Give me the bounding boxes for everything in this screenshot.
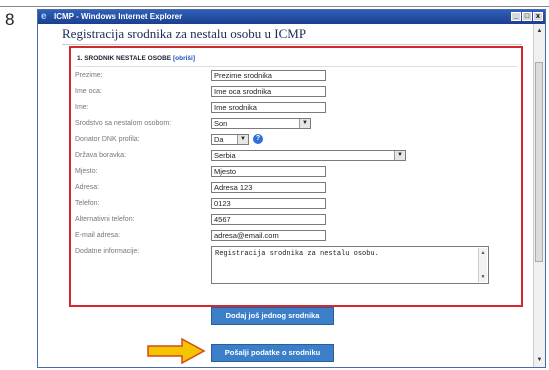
adresa-label: Adresa: [75, 184, 100, 191]
page-title: Registracija srodnika za nestalu osobu u… [62, 26, 307, 41]
donator-label: Donator DNK profila: [75, 136, 140, 143]
row-donator: Donator DNK profila: Da ▼ ? [71, 134, 521, 147]
adresa-input[interactable]: Adresa 123 [211, 182, 326, 193]
window-titlebar: e ICMP - Windows Internet Explorer _ □ x [38, 10, 545, 24]
heading-divider [62, 44, 522, 45]
alt-telefon-label: Alternativni telefon: [75, 216, 135, 223]
relative-form: 1. SRODNIK NESTALE OSOBE [obriši] Prezim… [69, 46, 523, 307]
prezime-input[interactable]: Prezime srodnika [211, 70, 326, 81]
row-ime: Ime: Ime srodnika [71, 102, 521, 115]
scroll-down-icon[interactable]: ▼ [536, 357, 543, 363]
donator-select[interactable]: Da ▼ [211, 134, 249, 145]
srodstvo-value: Son [214, 119, 228, 128]
window-controls: _ □ x [511, 12, 543, 21]
dodatne-textarea[interactable]: Registracija srodnika za nestalu osobu. … [211, 246, 489, 284]
document-frame-top [0, 0, 549, 7]
row-ime-oca: Ime oca: Ime oca srodnika [71, 86, 521, 99]
srodstvo-select[interactable]: Son ▼ [211, 118, 311, 129]
email-input[interactable]: adresa@email.com [211, 230, 326, 241]
mjesto-label: Mjesto: [75, 168, 98, 175]
dodatne-value: Registracija srodnika za nestalu osobu. [215, 250, 379, 258]
chevron-down-icon: ▼ [237, 135, 248, 144]
page-scrollbar[interactable]: ▲ ▼ [533, 24, 545, 367]
mjesto-input[interactable]: Mjesto [211, 166, 326, 177]
minimize-button[interactable]: _ [511, 12, 521, 21]
ime-oca-input[interactable]: Ime oca srodnika [211, 86, 326, 97]
row-drzava: Država boravka: Serbia ▼ [71, 150, 521, 163]
chevron-down-icon: ▼ [299, 119, 310, 128]
prezime-label: Prezime: [75, 72, 103, 79]
ime-input[interactable]: Ime srodnika [211, 102, 326, 113]
add-relative-button[interactable]: Dodaj još jednog srodnika [211, 307, 334, 325]
section-divider [75, 66, 517, 67]
browser-window: e ICMP - Windows Internet Explorer _ □ x… [37, 9, 546, 368]
row-email: E-mail adresa: adresa@email.com [71, 230, 521, 243]
srodstvo-label: Srodstvo sa nestalom osobom: [75, 120, 172, 127]
submit-button[interactable]: Pošalji podatke o srodniku [211, 344, 334, 362]
scroll-up-icon[interactable]: ▲ [479, 250, 487, 256]
close-button[interactable]: x [533, 12, 543, 21]
drzava-value: Serbia [214, 151, 236, 160]
window-title: ICMP - Windows Internet Explorer [54, 12, 183, 21]
scroll-down-icon[interactable]: ▼ [479, 274, 487, 280]
row-prezime: Prezime: Prezime srodnika [71, 70, 521, 83]
step-number: 8 [5, 10, 15, 29]
donator-value: Da [214, 135, 224, 144]
chevron-down-icon: ▼ [394, 151, 405, 160]
dodatne-label: Dodatne informacije: [75, 248, 140, 255]
row-srodstvo: Srodstvo sa nestalom osobom: Son ▼ [71, 118, 521, 131]
ime-label: Ime: [75, 104, 89, 111]
row-mjesto: Mjesto: Mjesto [71, 166, 521, 179]
textarea-scrollbar[interactable]: ▲ ▼ [478, 248, 487, 282]
row-dodatne: Dodatne informacije: Registracija srodni… [71, 246, 521, 288]
drzava-label: Država boravka: [75, 152, 126, 159]
section-title: 1. SRODNIK NESTALE OSOBE [obriši] [77, 55, 195, 62]
telefon-label: Telefon: [75, 200, 100, 207]
maximize-button[interactable]: □ [522, 12, 532, 21]
scroll-thumb[interactable] [535, 62, 543, 262]
row-adresa: Adresa: Adresa 123 [71, 182, 521, 195]
row-telefon: Telefon: 0123 [71, 198, 521, 211]
ie-icon: e [41, 11, 47, 22]
email-label: E-mail adresa: [75, 232, 121, 239]
delete-link[interactable]: [obriši] [173, 55, 195, 62]
drzava-select[interactable]: Serbia ▼ [211, 150, 406, 161]
telefon-input[interactable]: 0123 [211, 198, 326, 209]
row-alt-telefon: Alternativni telefon: 4567 [71, 214, 521, 227]
section-title-text: 1. SRODNIK NESTALE OSOBE [77, 55, 172, 62]
help-icon[interactable]: ? [253, 134, 263, 144]
arrow-right-icon [147, 337, 206, 365]
alt-telefon-input[interactable]: 4567 [211, 214, 326, 225]
ime-oca-label: Ime oca: [75, 88, 102, 95]
scroll-up-icon[interactable]: ▲ [536, 28, 543, 34]
